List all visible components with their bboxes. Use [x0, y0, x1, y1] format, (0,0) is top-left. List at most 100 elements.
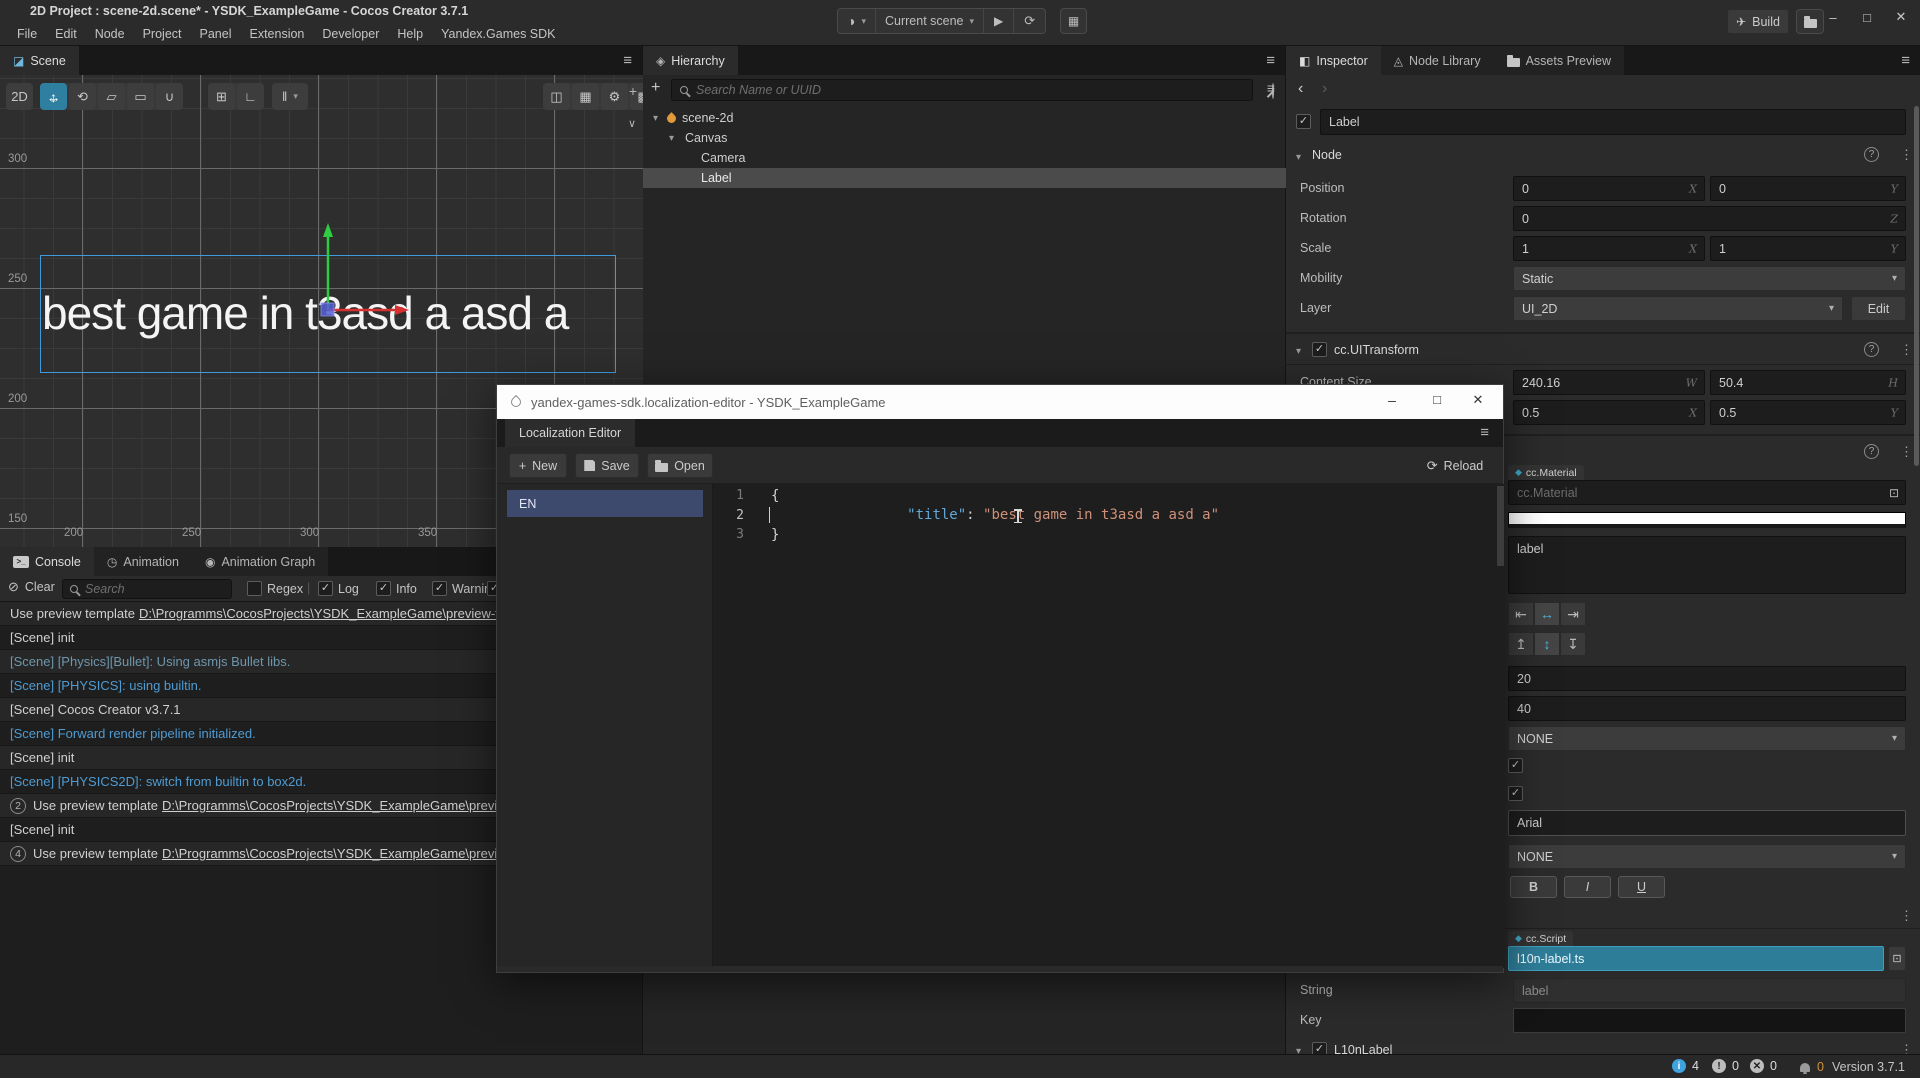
rect-tool-button[interactable]: ▭ [127, 83, 154, 110]
camera-button[interactable]: ▦ [572, 83, 599, 110]
log-link[interactable]: D:\Programms\CocosProjects\YSDK_ExampleG… [162, 846, 540, 861]
filter-log[interactable]: ✓ Log [318, 581, 359, 596]
console-search[interactable] [62, 579, 232, 599]
save-button[interactable]: Save [575, 453, 639, 478]
chevron-down-icon[interactable]: ▾ [653, 113, 665, 124]
content-width-field[interactable]: 240.16W [1513, 370, 1705, 395]
open-button[interactable]: Open [647, 453, 713, 478]
language-item-en[interactable]: EN [507, 490, 703, 517]
info-checkbox[interactable]: ✓ [376, 581, 391, 596]
tree-node-camera[interactable]: Camera [643, 148, 1286, 168]
line-height-field[interactable]: 40 [1508, 696, 1906, 721]
view-2d-toggle[interactable]: 2D [6, 83, 33, 110]
node-more-icon[interactable]: ⋮ [1900, 147, 1913, 163]
underline-button[interactable]: U [1618, 876, 1665, 898]
script-picker-button[interactable]: ⊡ [1888, 946, 1906, 971]
uitransform-checkbox[interactable]: ✓ [1312, 342, 1327, 357]
label-more-icon[interactable]: ⋮ [1900, 444, 1913, 460]
align-right-button[interactable]: ⇥ [1560, 602, 1586, 626]
node-name-field[interactable]: Label [1320, 109, 1906, 135]
menu-item-edit[interactable]: Edit [46, 25, 86, 45]
scene-select[interactable]: Current scene▾ [876, 9, 984, 33]
dialog-menu-icon[interactable]: ≡ [1480, 424, 1489, 441]
anchor-button[interactable]: ∟ [237, 83, 264, 110]
tree-node-scene-2d[interactable]: ▾ scene-2d [643, 108, 1286, 128]
minimize-button[interactable]: – [1818, 6, 1848, 28]
anchor-y-field[interactable]: 0.5Y [1710, 400, 1906, 425]
bmfont-select[interactable]: NONE▾ [1508, 844, 1906, 869]
status-info[interactable]: i 4 [1672, 1059, 1699, 1073]
label-option-checkbox[interactable]: ✓ [1508, 786, 1523, 801]
maximize-button[interactable]: □ [1852, 6, 1882, 28]
tab-animation[interactable]: ◷ Animation [94, 547, 192, 576]
filter-info[interactable]: ✓ Info [376, 581, 417, 596]
create-node-button[interactable]: + [651, 79, 660, 97]
position-y-field[interactable]: 0Y [1710, 176, 1906, 201]
chevron-down-icon[interactable]: ▾ [1296, 346, 1308, 357]
italic-button[interactable]: I [1564, 876, 1611, 898]
scene-menu-icon[interactable]: ≡ [623, 52, 632, 69]
aspect-button[interactable]: ◫ [543, 83, 570, 110]
scale-y-field[interactable]: 1Y [1710, 236, 1906, 261]
inspector-scrollbar[interactable] [1914, 106, 1919, 466]
menu-item-project[interactable]: Project [134, 25, 191, 45]
tab-hierarchy[interactable]: ◈ Hierarchy [643, 46, 738, 75]
hierarchy-search[interactable] [671, 79, 1253, 101]
tab-animation-graph[interactable]: ◉ Animation Graph [192, 547, 328, 576]
warning-checkbox[interactable]: ✓ [432, 581, 447, 596]
anchor-x-field[interactable]: 0.5X [1513, 400, 1705, 425]
overflow-select[interactable]: NONE▾ [1508, 726, 1906, 751]
tab-scene[interactable]: ◪ Scene [0, 46, 79, 75]
menu-item-developer[interactable]: Developer [313, 25, 388, 45]
gizmo-plus-icon[interactable]: + [629, 83, 637, 99]
bold-button[interactable]: B [1510, 876, 1557, 898]
tab-inspector[interactable]: ◧ Inspector [1286, 46, 1381, 75]
status-warnings[interactable]: ! 0 [1712, 1059, 1739, 1073]
asset-picker-icon[interactable]: ⊡ [1889, 486, 1899, 500]
menu-item-help[interactable]: Help [388, 25, 432, 45]
gizmo-tool-button[interactable]: ∪ [156, 83, 183, 110]
editor-scrollbar[interactable] [1497, 486, 1504, 566]
align-center-button[interactable]: ↔ [1534, 602, 1560, 626]
close-button[interactable]: ✕ [1886, 6, 1916, 28]
help-icon[interactable]: ? [1864, 342, 1879, 357]
dialog-maximize-icon[interactable]: □ [1422, 392, 1452, 407]
play-button[interactable]: ▶ [984, 9, 1014, 33]
tab-localization-editor[interactable]: Localization Editor [505, 419, 635, 447]
dialog-close-icon[interactable]: ✕ [1463, 392, 1493, 408]
menu-item-file[interactable]: File [8, 25, 46, 45]
font-family-field[interactable]: Arial [1508, 810, 1906, 836]
layout-grid-button[interactable]: ▦ [1060, 8, 1087, 34]
script-file-field[interactable]: l10n-label.ts [1508, 946, 1884, 971]
script-string-field[interactable]: label [1513, 978, 1906, 1003]
reload-button[interactable]: ⟳Reload [1417, 453, 1493, 478]
align-middle-button[interactable]: ↕ [1534, 632, 1560, 656]
align-top-button[interactable]: ↥ [1508, 632, 1534, 656]
new-button[interactable]: +New [509, 453, 567, 478]
pin-icon[interactable] [1272, 83, 1274, 99]
material-field[interactable]: cc.Material ⊡ [1508, 480, 1906, 505]
back-icon[interactable]: ‹ [1298, 80, 1303, 98]
preview-device-select[interactable]: ◑▾ [838, 9, 876, 33]
tab-assets-preview[interactable]: Assets Preview [1494, 46, 1624, 75]
move-tool-button[interactable]: ↔↕ [40, 83, 67, 110]
regex-checkbox[interactable] [247, 581, 262, 596]
help-icon[interactable]: ? [1864, 444, 1879, 459]
help-icon[interactable]: ? [1864, 147, 1879, 162]
chevron-down-icon[interactable]: ▾ [1296, 152, 1308, 163]
snap-button[interactable]: ⊞ [208, 83, 235, 110]
tab-node-library[interactable]: ◬ Node Library [1381, 46, 1494, 75]
log-link[interactable]: D:\Programms\CocosProjects\YSDK_ExampleG… [139, 606, 538, 621]
json-code-editor[interactable]: 1 { 2 "title": "best game in t3asd a asd… [713, 484, 1505, 968]
filter-regex[interactable]: Regex [247, 581, 303, 596]
menu-item-panel[interactable]: Panel [191, 25, 241, 45]
dialog-minimize-icon[interactable]: – [1377, 392, 1407, 408]
position-x-field[interactable]: 0X [1513, 176, 1705, 201]
log-link[interactable]: D:\Programms\CocosProjects\YSDK_ExampleG… [162, 798, 540, 813]
scene-gear-button[interactable]: ⚙ [601, 83, 628, 110]
color-swatch[interactable] [1508, 512, 1906, 528]
layer-edit-button[interactable]: Edit [1851, 296, 1906, 321]
rotate-tool-button[interactable]: ⟲ [69, 83, 96, 110]
content-height-field[interactable]: 50.4H [1710, 370, 1906, 395]
status-notifications[interactable]: 0 [1800, 1060, 1824, 1074]
